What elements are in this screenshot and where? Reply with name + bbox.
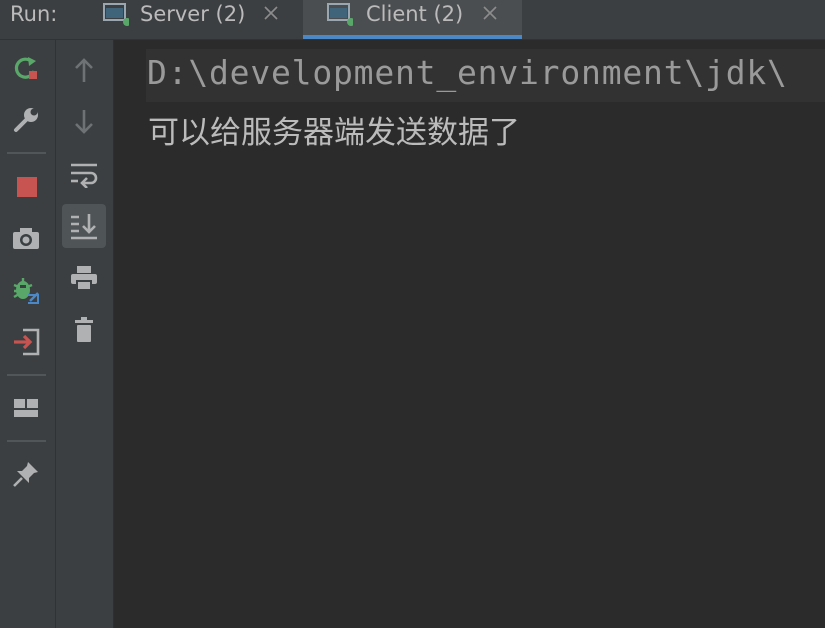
close-icon[interactable]: [481, 4, 499, 22]
run-tab-bar: Run: Server (2) Client (2): [0, 0, 825, 40]
run-toolbar-secondary: [56, 40, 114, 628]
rerun-button[interactable]: [10, 52, 42, 84]
command-line-text: D:\development_environment\jdk\: [147, 53, 788, 92]
toolbar-separator: [7, 440, 46, 442]
clear-all-button[interactable]: [68, 314, 100, 346]
attach-debugger-button[interactable]: [10, 274, 42, 306]
active-tab-indicator: [303, 35, 522, 39]
console-output-line: 可以给服务器端发送数据了: [148, 115, 520, 151]
console-icon: [103, 3, 129, 26]
stop-icon: [17, 177, 37, 197]
exit-icon: [14, 328, 40, 356]
scroll-to-end-button[interactable]: [68, 210, 100, 242]
exit-button[interactable]: [10, 326, 42, 358]
arrow-down-icon: [75, 110, 93, 134]
close-icon[interactable]: [262, 4, 280, 22]
print-icon: [71, 266, 97, 291]
next-occurrence-button[interactable]: [68, 106, 100, 138]
console-output[interactable]: D:\development_environment\jdk\ 可以给服务器端发…: [114, 40, 825, 628]
scroll-to-end-icon: [71, 214, 97, 240]
toolbar-separator: [7, 152, 46, 154]
restore-layout-button[interactable]: [10, 392, 42, 424]
tab-server[interactable]: Server (2): [100, 0, 290, 39]
toolbar-separator: [7, 374, 46, 376]
pin-icon: [13, 462, 38, 487]
run-label: Run:: [10, 2, 58, 26]
previous-occurrence-button[interactable]: [68, 54, 100, 86]
print-button[interactable]: [68, 262, 100, 294]
wrench-icon: [14, 108, 38, 132]
tab-client[interactable]: Client (2): [303, 0, 522, 39]
console-icon: [327, 3, 353, 26]
stop-button[interactable]: [10, 170, 42, 202]
rerun-icon: [14, 57, 37, 79]
arrow-up-icon: [75, 58, 93, 82]
soft-wrap-icon: [71, 163, 98, 188]
tab-server-label: Server (2): [140, 2, 246, 26]
tab-client-label: Client (2): [366, 2, 464, 26]
layout-icon: [14, 399, 38, 417]
trash-icon: [75, 317, 93, 342]
screenshot-button[interactable]: [10, 222, 42, 254]
camera-icon: [13, 228, 39, 249]
run-toolbar-primary: [0, 40, 56, 628]
pin-tab-button[interactable]: [10, 458, 42, 490]
settings-button[interactable]: [10, 104, 42, 136]
soft-wrap-button[interactable]: [68, 158, 100, 190]
debug-icon: [13, 278, 39, 304]
